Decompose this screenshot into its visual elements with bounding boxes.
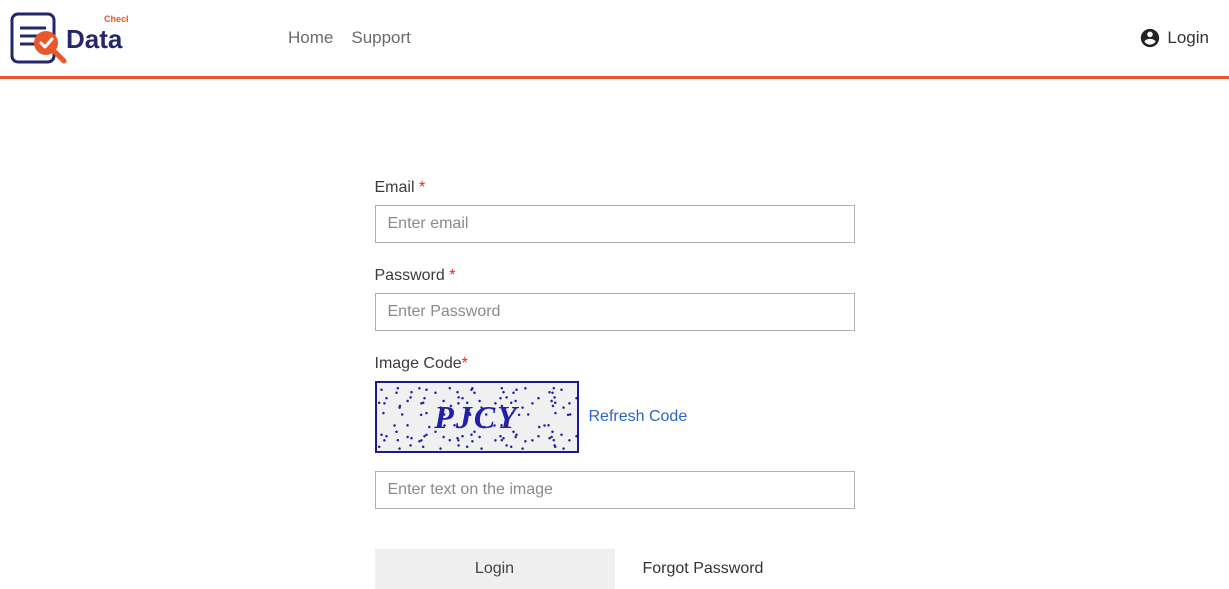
password-field-wrapper: Password * bbox=[375, 267, 855, 331]
required-mark: * bbox=[449, 267, 455, 284]
email-label: Email * bbox=[375, 179, 855, 197]
email-field-wrapper: Email * bbox=[375, 179, 855, 243]
password-label: Password * bbox=[375, 267, 855, 285]
captcha-input[interactable] bbox=[375, 471, 855, 509]
header: Data Check Home Support Login bbox=[0, 0, 1229, 79]
forgot-password-link[interactable]: Forgot Password bbox=[643, 560, 764, 578]
password-field[interactable] bbox=[375, 293, 855, 331]
captcha-code: PJCY bbox=[434, 399, 518, 436]
nav-home[interactable]: Home bbox=[288, 28, 333, 48]
login-button[interactable]: Login bbox=[375, 549, 615, 589]
required-mark: * bbox=[419, 179, 425, 196]
captcha-field-wrapper: Image Code* PJCY Refresh Code bbox=[375, 355, 855, 509]
login-form: Email * Password * Image Code* PJCY Refr… bbox=[375, 179, 855, 589]
main: Email * Password * Image Code* PJCY Refr… bbox=[0, 79, 1229, 589]
login-link[interactable]: Login bbox=[1139, 27, 1209, 49]
nav-support[interactable]: Support bbox=[351, 28, 411, 48]
captcha-row: PJCY Refresh Code bbox=[375, 381, 855, 453]
logo[interactable]: Data Check bbox=[8, 8, 128, 68]
login-link-label: Login bbox=[1167, 28, 1209, 48]
user-circle-icon bbox=[1139, 27, 1161, 49]
logo-text-main: Data bbox=[66, 24, 123, 54]
nav: Home Support bbox=[288, 28, 411, 48]
actions: Login Forgot Password bbox=[375, 549, 855, 589]
required-mark: * bbox=[462, 355, 468, 372]
logo-icon: Data Check bbox=[8, 8, 128, 68]
captcha-label: Image Code* bbox=[375, 355, 855, 373]
email-field[interactable] bbox=[375, 205, 855, 243]
refresh-code-link[interactable]: Refresh Code bbox=[589, 408, 688, 426]
logo-text-sup: Check bbox=[104, 14, 128, 24]
captcha-image: PJCY bbox=[375, 381, 579, 453]
